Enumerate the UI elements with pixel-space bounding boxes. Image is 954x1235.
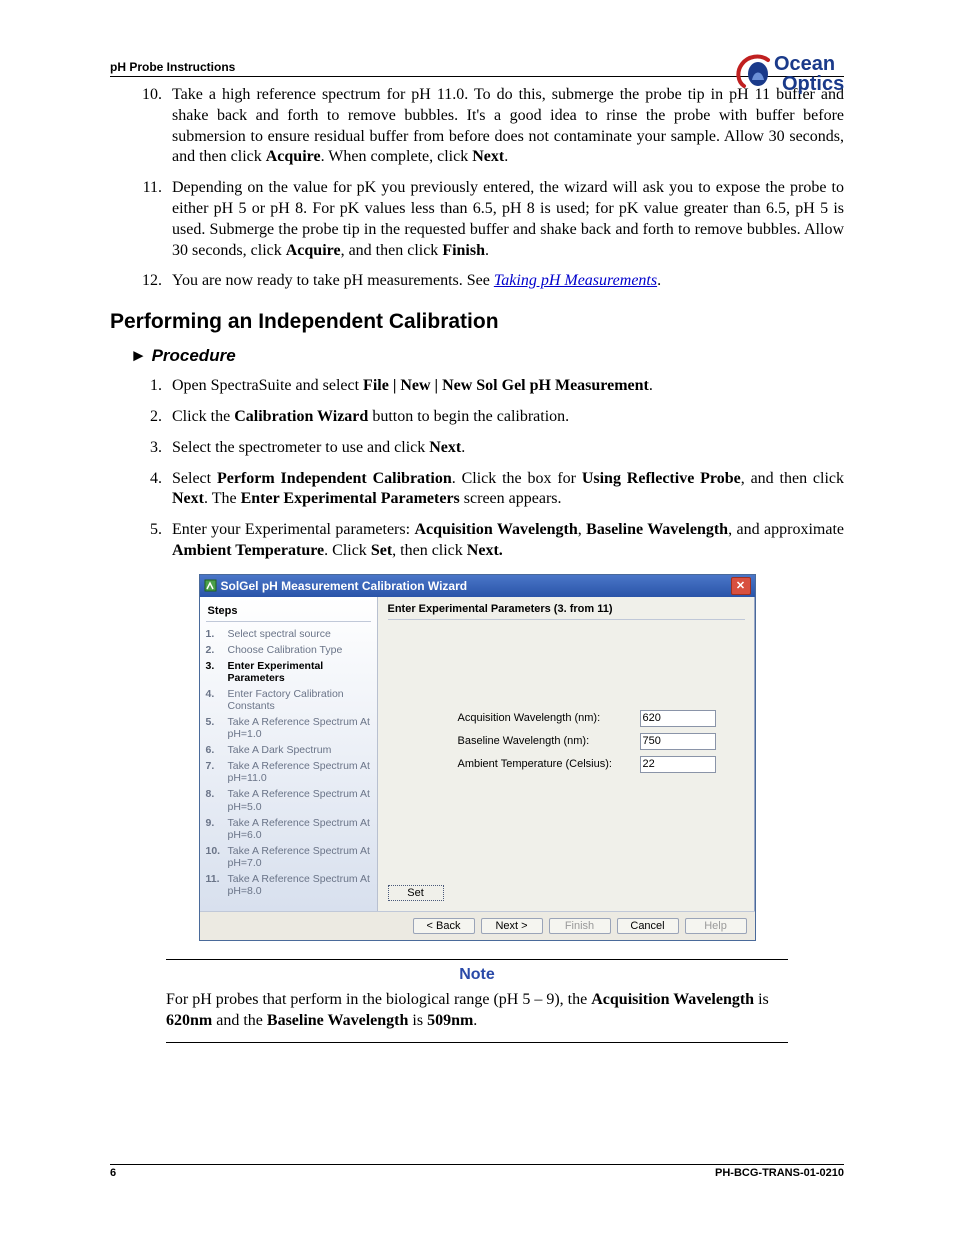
baseline-wavelength-input[interactable] [640,733,716,750]
section-heading: Performing an Independent Calibration [110,310,844,334]
wizard-step-6[interactable]: 6.Take A Dark Spectrum [206,742,371,758]
wizard-main-heading: Enter Experimental Parameters (3. from 1… [388,603,745,620]
next-button[interactable]: Next > [481,918,543,934]
procedure-heading: ► Procedure [130,346,844,366]
help-button[interactable]: Help [685,918,747,934]
procedure-step-2: Click the Calibration Wizard button to b… [166,407,844,428]
wizard-title: SolGel pH Measurement Calibration Wizard [221,579,468,593]
wizard-step-5[interactable]: 5.Take A Reference Spectrum At pH=1.0 [206,714,371,742]
calibration-wizard-dialog: SolGel pH Measurement Calibration Wizard… [199,574,756,941]
page-header-title: pH Probe Instructions [110,60,235,74]
note-heading: Note [110,966,844,984]
ambient-temperature-label: Ambient Temperature (Celsius): [458,758,634,770]
acquisition-wavelength-input[interactable] [640,710,716,727]
instruction-11: Depending on the value for pK you previo… [166,178,844,261]
finish-button: Finish [549,918,611,934]
wizard-step-8[interactable]: 8.Take A Reference Spectrum At pH=5.0 [206,786,371,814]
close-icon[interactable]: ✕ [731,577,751,595]
ambient-temperature-input[interactable] [640,756,716,773]
ocean-optics-logo: Ocean Optics [734,50,854,101]
taking-ph-measurements-link[interactable]: Taking pH Measurements [494,272,657,289]
procedure-step-1: Open SpectraSuite and select File | New … [166,376,844,397]
procedure-step-5: Enter your Experimental parameters: Acqu… [166,520,844,562]
page-number: 6 [110,1167,116,1179]
wizard-steps-sidebar: Steps 1.Select spectral source2.Choose C… [200,597,378,911]
baseline-wavelength-label: Baseline Wavelength (nm): [458,735,634,747]
note-top-separator [166,959,788,960]
steps-heading: Steps [206,603,371,622]
note-bottom-separator [166,1042,788,1043]
wizard-app-icon [204,579,217,592]
wizard-step-1[interactable]: 1.Select spectral source [206,626,371,642]
wizard-titlebar[interactable]: SolGel pH Measurement Calibration Wizard… [200,575,755,597]
acquisition-wavelength-label: Acquisition Wavelength (nm): [458,712,634,724]
wizard-footer: < Back Next > Finish Cancel Help [200,911,755,940]
procedure-step-3: Select the spectrometer to use and click… [166,438,844,459]
svg-text:Optics: Optics [782,73,844,95]
instruction-12: You are now ready to take pH measurement… [166,271,844,292]
wizard-step-4[interactable]: 4.Enter Factory Calibration Constants [206,686,371,714]
back-button[interactable]: < Back [413,918,475,934]
wizard-step-3[interactable]: 3.Enter Experimental Parameters [206,658,371,686]
wizard-step-11[interactable]: 11.Take A Reference Spectrum At pH=8.0 [206,871,371,899]
wizard-step-9[interactable]: 9.Take A Reference Spectrum At pH=6.0 [206,815,371,843]
wizard-step-7[interactable]: 7.Take A Reference Spectrum At pH=11.0 [206,758,371,786]
wizard-step-2[interactable]: 2.Choose Calibration Type [206,642,371,658]
set-button[interactable]: Set [388,885,444,901]
procedure-step-4: Select Perform Independent Calibration. … [166,469,844,511]
svg-text:Ocean: Ocean [774,53,835,75]
note-body: For pH probes that perform in the biolog… [166,990,788,1032]
doc-id: PH-BCG-TRANS-01-0210 [715,1167,844,1179]
cancel-button[interactable]: Cancel [617,918,679,934]
wizard-step-10[interactable]: 10.Take A Reference Spectrum At pH=7.0 [206,843,371,871]
